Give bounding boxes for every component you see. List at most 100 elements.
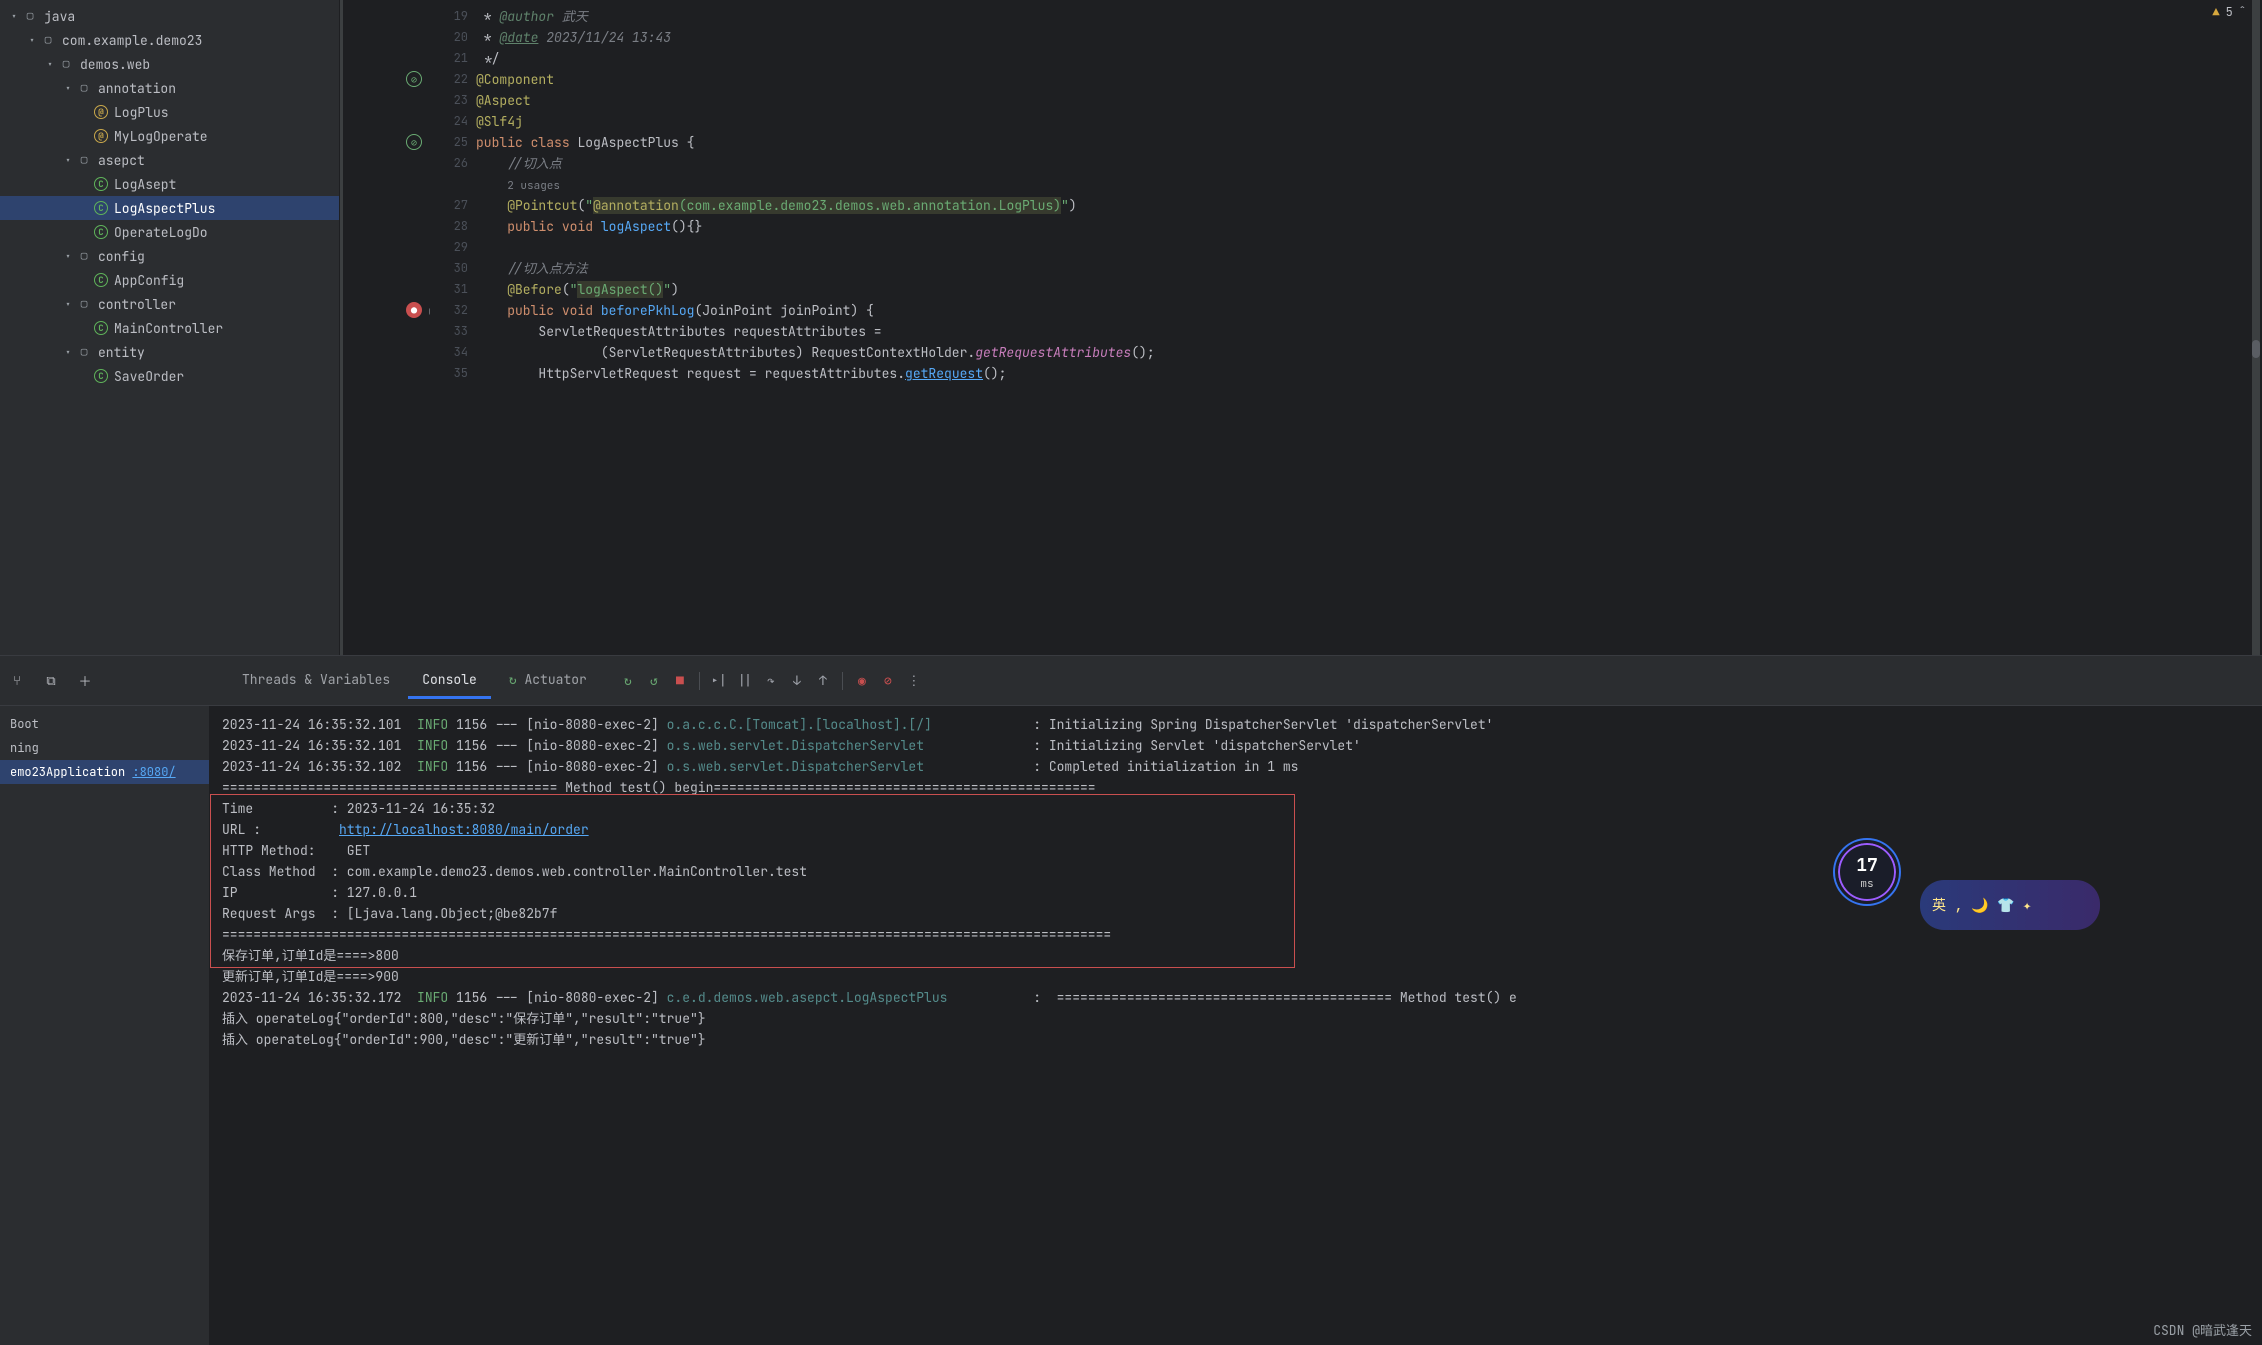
run-item[interactable]: Boot — [0, 712, 209, 736]
code-line[interactable]: @Aspect — [476, 90, 531, 111]
mute-breakpoints-icon[interactable]: ⊘ — [877, 670, 899, 692]
filter-icon[interactable]: ⑂ — [8, 672, 26, 690]
tab-actuator[interactable]: ↻ Actuator — [495, 663, 601, 699]
line-number: 34 — [454, 342, 468, 363]
code-line[interactable]: //切入点方法 — [476, 258, 588, 279]
tree-twisty[interactable]: ▾ — [62, 346, 74, 359]
inspection-widget[interactable]: ▲ 5 ˆ — [2212, 4, 2246, 20]
tree-row-mylogoperate[interactable]: @MyLogOperate — [0, 124, 339, 148]
gutter-suppress-icon[interactable]: ⊘ — [406, 71, 422, 87]
rerun-failed-icon[interactable]: ↺ — [643, 670, 665, 692]
tree-row-annotation[interactable]: ▾▢annotation — [0, 76, 339, 100]
code-line[interactable]: //切入点 — [476, 153, 562, 174]
tree-row-maincontroller[interactable]: CMainController — [0, 316, 339, 340]
class-icon: C — [94, 273, 108, 287]
chevron-up-icon[interactable]: ˆ — [2239, 4, 2246, 20]
line-number: 30 — [454, 258, 468, 279]
ime-widget[interactable]: 英 , 🌙 👕 ✦ — [1920, 880, 2100, 930]
tree-row-asepct[interactable]: ▾▢asepct — [0, 148, 339, 172]
code-line[interactable]: public void logAspect(){} — [476, 216, 702, 237]
rerun-icon[interactable]: ↻ — [617, 670, 639, 692]
project-tree[interactable]: ▾▢java▾▢com.example.demo23▾▢demos.web▾▢a… — [0, 0, 340, 655]
tree-row-com-example-demo23[interactable]: ▾▢com.example.demo23 — [0, 28, 339, 52]
tree-row-saveorder[interactable]: CSaveOrder — [0, 364, 339, 388]
console-line: URL : http://localhost:8080/main/order — [222, 819, 2250, 840]
tree-row-entity[interactable]: ▾▢entity — [0, 340, 339, 364]
more-icon[interactable]: ⋮ — [903, 670, 925, 692]
tree-twisty[interactable]: ▾ — [44, 58, 56, 71]
folder-icon: ▢ — [22, 8, 38, 24]
console-line: 更新订单,订单Id是====>900 — [222, 966, 2250, 987]
tree-twisty[interactable]: ▾ — [62, 82, 74, 95]
code-line[interactable]: * @author 武天 — [476, 6, 588, 27]
code-line[interactable]: HttpServletRequest request = requestAttr… — [476, 363, 1006, 384]
stop-icon[interactable]: ■ — [669, 670, 691, 692]
code-line[interactable]: (ServletRequestAttributes) RequestContex… — [476, 342, 1155, 363]
folder-icon: ▢ — [58, 56, 74, 72]
code-area[interactable]: * @author 武天 * @date 2023/11/24 13:43 */… — [476, 0, 2262, 655]
add-icon[interactable]: ＋ — [76, 672, 94, 690]
tree-label: SaveOrder — [114, 368, 184, 385]
console-output[interactable]: 2023-11-24 16:35:32.101 INFO 1156 --- [n… — [210, 706, 2262, 1345]
run-item-selected[interactable]: emo23Application :8080/ — [0, 760, 209, 784]
tab-console[interactable]: Console — [408, 663, 491, 699]
console-line: ========================================… — [222, 777, 2250, 798]
code-line[interactable]: @Component — [476, 69, 554, 90]
tree-row-config[interactable]: ▾▢config — [0, 244, 339, 268]
tree-label: MainController — [114, 320, 223, 337]
separator — [842, 672, 843, 690]
tree-twisty[interactable]: ▾ — [8, 10, 20, 23]
class-icon: C — [94, 177, 108, 191]
tree-row-demos-web[interactable]: ▾▢demos.web — [0, 52, 339, 76]
breakpoint-icon[interactable]: ● — [406, 302, 422, 318]
resume-icon[interactable]: ▸| — [708, 670, 730, 692]
tab-threads-variables[interactable]: Threads & Variables — [228, 663, 404, 699]
scrollbar-thumb[interactable] — [2252, 340, 2260, 358]
gutter-suppress-icon[interactable]: ⊘ — [406, 134, 422, 150]
layout-icon[interactable]: ⧉ — [42, 672, 60, 690]
run-item[interactable]: ning — [0, 736, 209, 760]
scrollbar-track[interactable] — [2252, 0, 2260, 655]
tree-twisty[interactable]: ▾ — [62, 154, 74, 167]
code-line[interactable]: */ — [476, 48, 499, 69]
tree-twisty[interactable]: ▾ — [26, 34, 38, 47]
tree-twisty[interactable]: ▾ — [62, 250, 74, 263]
tree-label: annotation — [98, 80, 176, 97]
folder-icon: ▢ — [76, 296, 92, 312]
tree-label: controller — [98, 296, 176, 313]
tree-label: LogAsept — [114, 176, 176, 193]
tree-row-logasept[interactable]: C LogAsept — [0, 172, 339, 196]
code-line[interactable]: @Before("logAspect()") — [476, 279, 679, 300]
code-line[interactable]: * @date 2023/11/24 13:43 — [476, 27, 671, 48]
code-line[interactable]: ServletRequestAttributes requestAttribut… — [476, 321, 882, 342]
tree-row-java[interactable]: ▾▢java — [0, 4, 339, 28]
tool-header: ⑂ ⧉ ＋ Threads & VariablesConsole↻ Actuat… — [0, 656, 2262, 706]
line-numbers: 1920212223242526272829303132333435 — [430, 0, 476, 655]
tree-label: entity — [98, 344, 145, 361]
separator — [699, 672, 700, 690]
port-link[interactable]: :8080/ — [132, 764, 175, 780]
code-line[interactable]: public void beforePkhLog(JoinPoint joinP… — [476, 300, 874, 321]
code-line[interactable]: @Slf4j — [476, 111, 523, 132]
code-line[interactable]: 2 usages — [476, 174, 560, 197]
console-line: 保存订单,订单Id是====>800 — [222, 945, 2250, 966]
step-out-icon[interactable]: ↑ — [812, 670, 834, 692]
console-line: 2023-11-24 16:35:32.102 INFO 1156 --- [n… — [222, 756, 2250, 777]
code-line[interactable]: public class LogAspectPlus { — [476, 132, 694, 153]
tree-twisty[interactable]: ▾ — [62, 298, 74, 311]
tree-row-controller[interactable]: ▾▢ controller — [0, 292, 339, 316]
line-number: 25 — [454, 132, 468, 153]
class-icon: C — [94, 201, 108, 215]
step-over-icon[interactable]: ↷ — [760, 670, 782, 692]
tree-row-logaspectplus[interactable]: CLogAspectPlus — [0, 196, 339, 220]
run-side-panel[interactable]: Bootningemo23Application :8080/ — [0, 706, 210, 1345]
view-breakpoints-icon[interactable]: ◉ — [851, 670, 873, 692]
tree-row-operatelogdo[interactable]: COperateLogDo — [0, 220, 339, 244]
tree-row-appconfig[interactable]: CAppConfig — [0, 268, 339, 292]
url-link[interactable]: http://localhost:8080/main/order — [339, 821, 589, 838]
code-line[interactable]: @Pointcut("@annotation(com.example.demo2… — [476, 195, 1077, 216]
tree-row-logplus[interactable]: @LogPlus — [0, 100, 339, 124]
pause-icon[interactable]: || — [734, 670, 756, 692]
step-into-icon[interactable]: ↓ — [786, 670, 808, 692]
code-editor[interactable]: ⊘⊘@● 1920212223242526272829303132333435 … — [340, 0, 2262, 655]
